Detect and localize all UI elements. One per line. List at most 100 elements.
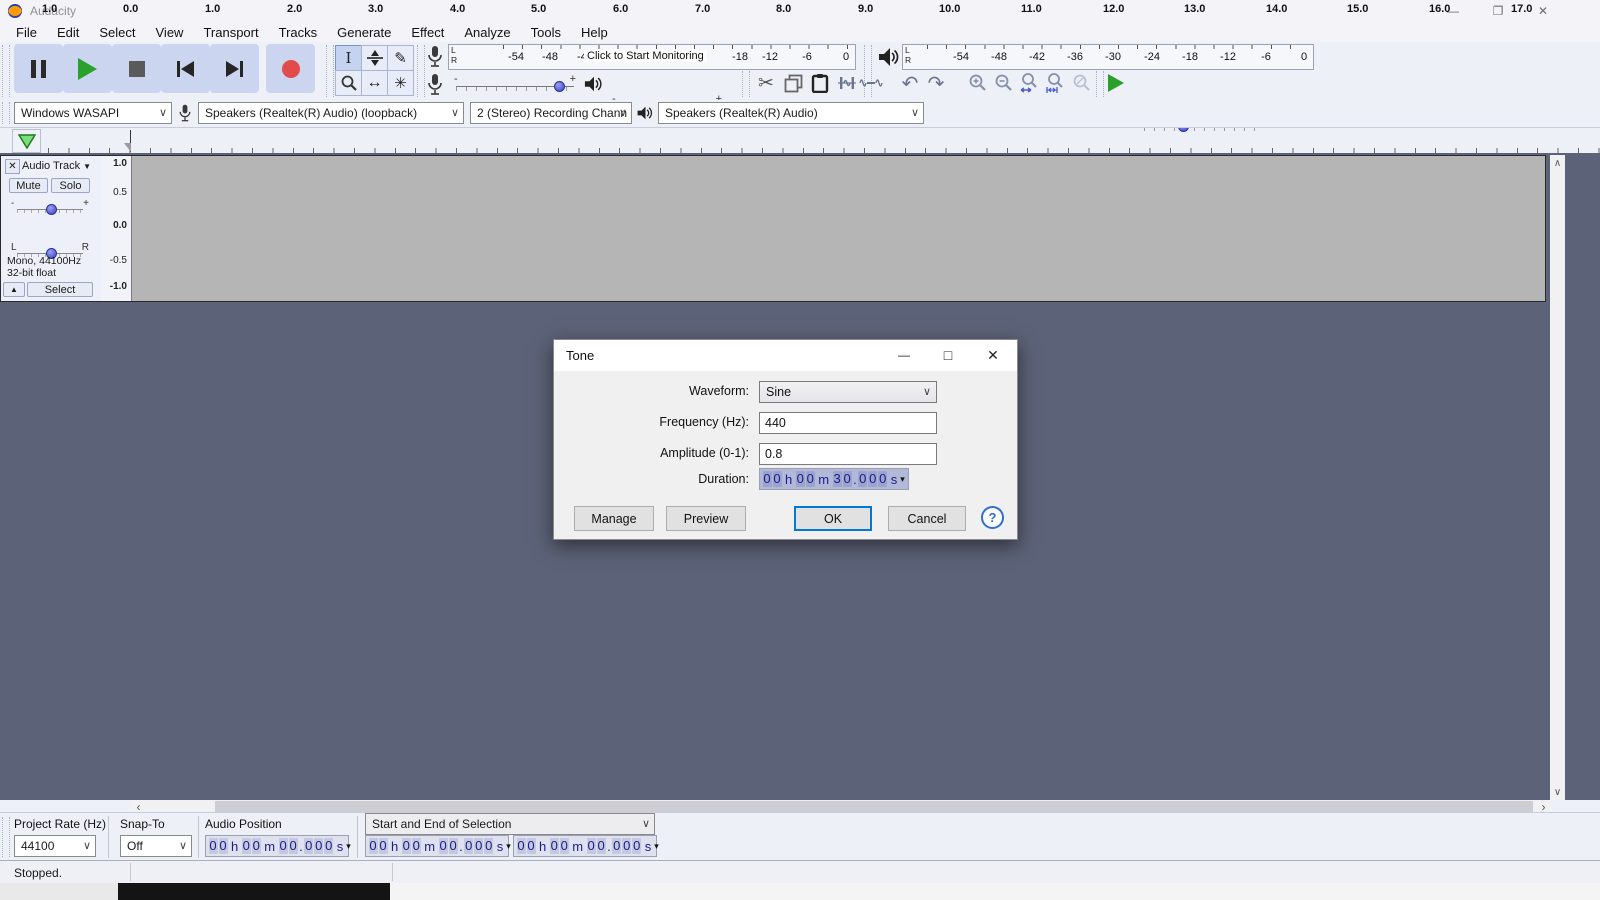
skip-to-end-button[interactable] [210, 44, 259, 93]
menu-select[interactable]: Select [89, 23, 145, 42]
zoom-toggle-button[interactable] [1070, 71, 1094, 95]
frequency-input[interactable]: 440 [759, 412, 937, 434]
device-toolbar-grip[interactable] [2, 102, 10, 124]
fit-selection-button[interactable] [1018, 71, 1042, 95]
recording-device-dropdown[interactable]: Speakers (Realtek(R) Audio) (loopback)∨ [198, 102, 464, 124]
timeshift-tool-button[interactable]: ↔ [361, 70, 388, 96]
monitoring-text[interactable]: Click to Start Monitoring [584, 50, 707, 62]
stop-button[interactable] [112, 44, 161, 93]
spinner-icon[interactable]: ▾ [900, 474, 905, 485]
solo-button[interactable]: Solo [51, 178, 90, 193]
spinner-icon[interactable]: ▾ [506, 841, 511, 852]
recording-volume-slider[interactable]: - + [452, 74, 578, 94]
skip-to-end-icon [226, 61, 243, 77]
chevron-down-icon: ∨ [911, 103, 919, 123]
paste-button[interactable] [808, 71, 832, 95]
skip-to-start-button[interactable] [161, 44, 210, 93]
silence-audio-button[interactable] [859, 71, 883, 95]
tone-dialog-titlebar[interactable]: Tone — □ ✕ [554, 340, 1017, 371]
selection-start-field[interactable]: 00h00m00.000s ▾ [365, 835, 509, 857]
play-icon [78, 58, 97, 80]
manage-button[interactable]: Manage [574, 506, 654, 531]
close-icon: ✕ [8, 161, 16, 172]
menu-help[interactable]: Help [571, 23, 618, 42]
menu-tracks[interactable]: Tracks [269, 23, 328, 42]
selection-toolbar-grip[interactable] [2, 817, 10, 857]
meter-toolbar-grip[interactable] [417, 45, 425, 97]
track-collapse-button[interactable]: ▲ [3, 282, 25, 297]
fit-project-button[interactable] [1044, 71, 1068, 95]
menu-analyze[interactable]: Analyze [454, 23, 520, 42]
edit-toolbar-grip[interactable] [742, 71, 750, 97]
multi-tool-button[interactable]: ✳ [387, 70, 414, 96]
track-select-button[interactable]: Select [27, 282, 93, 297]
project-rate-dropdown[interactable]: 44100∨ [14, 835, 96, 857]
meter-channel-labels: LR [905, 45, 911, 65]
timeline-options-button[interactable] [12, 129, 41, 153]
menu-edit[interactable]: Edit [47, 23, 89, 42]
record-button[interactable] [266, 44, 315, 93]
selection-mode-dropdown[interactable]: Start and End of Selection∨ [365, 813, 655, 835]
selection-tool-button[interactable]: I [335, 45, 362, 71]
cut-button[interactable]: ✂ [754, 71, 778, 95]
copy-button[interactable] [781, 71, 805, 95]
draw-tool-button[interactable]: ✎ [387, 45, 414, 71]
spinner-icon[interactable]: ▾ [346, 841, 351, 852]
undo-button[interactable]: ↶ [898, 71, 922, 95]
tools-toolbar-grip[interactable] [326, 45, 334, 97]
recording-meter[interactable]: LR -54 -48 -42 Click to Start Monitoring… [448, 44, 856, 70]
dialog-maximize-button[interactable]: □ [931, 340, 965, 370]
selection-end-field[interactable]: 00h00m00.000s ▾ [513, 835, 657, 857]
playback-meter-speaker-button[interactable] [876, 45, 900, 69]
track-waveform-area[interactable] [131, 156, 1545, 301]
gain-thumb[interactable] [46, 204, 57, 215]
timeline-ruler[interactable] [0, 128, 1600, 154]
menu-generate[interactable]: Generate [327, 23, 401, 42]
duration-field[interactable]: 00h00m30.000s ▾ [759, 468, 909, 490]
zoom-in-button[interactable] [966, 71, 990, 95]
amplitude-input[interactable]: 0.8 [759, 443, 937, 465]
menu-effect[interactable]: Effect [401, 23, 454, 42]
menu-tools[interactable]: Tools [521, 23, 571, 42]
meter-tick-label: -12 [762, 51, 778, 63]
speaker-icon [876, 45, 900, 69]
vertical-scrollbar[interactable]: ∧ ∨ [1550, 155, 1565, 800]
dialog-close-button[interactable]: ✕ [976, 340, 1010, 370]
dialog-minimize-button[interactable]: — [887, 340, 921, 370]
redo-button[interactable]: ↷ [924, 71, 948, 95]
audio-position-field[interactable]: 00h00m00.000s ▾ [205, 835, 349, 857]
playback-meter[interactable]: LR -54 -48 -42 -36 -30 -24 -18 -12 -6 0 [902, 44, 1314, 70]
zoom-tool-button[interactable] [335, 70, 362, 96]
recording-meter-mic-button[interactable] [425, 45, 445, 69]
track-menu-arrow-icon: ▼ [83, 162, 91, 171]
ok-button[interactable]: OK [794, 506, 872, 531]
menu-view[interactable]: View [146, 23, 194, 42]
spinner-icon[interactable]: ▾ [654, 841, 659, 852]
recording-volume-thumb[interactable] [554, 81, 565, 92]
transport-toolbar-grip[interactable] [2, 45, 10, 97]
taskbar-fragment [118, 883, 390, 900]
zoom-out-button[interactable] [992, 71, 1016, 95]
menu-transport[interactable]: Transport [193, 23, 268, 42]
audio-host-dropdown[interactable]: Windows WASAPI∨ [14, 102, 172, 124]
menu-file[interactable]: File [6, 23, 47, 42]
play-button[interactable] [63, 44, 112, 93]
track-title-menu[interactable]: Audio Track ▼ [22, 159, 98, 173]
track-close-button[interactable]: ✕ [5, 159, 20, 174]
recording-channels-dropdown[interactable]: 2 (Stereo) Recording Chann∨ [470, 102, 632, 124]
play-at-speed-grip[interactable] [1096, 71, 1104, 97]
mute-button[interactable]: Mute [9, 178, 48, 193]
envelope-tool-button[interactable] [361, 45, 388, 71]
play-at-speed-button[interactable] [1108, 72, 1134, 94]
preview-button[interactable]: Preview [666, 506, 746, 531]
scroll-up-button[interactable]: ∧ [1550, 155, 1565, 171]
scroll-down-button[interactable]: ∨ [1550, 784, 1565, 800]
gain-slider[interactable]: - + [9, 200, 91, 216]
playback-device-dropdown[interactable]: Speakers (Realtek(R) Audio)∨ [658, 102, 924, 124]
trim-audio-button[interactable] [835, 71, 859, 95]
pause-button[interactable] [14, 44, 63, 93]
cancel-button[interactable]: Cancel [888, 506, 966, 531]
waveform-dropdown[interactable]: Sine∨ [759, 381, 937, 403]
snap-to-dropdown[interactable]: Off∨ [120, 835, 192, 857]
help-button[interactable]: ? [981, 506, 1004, 529]
